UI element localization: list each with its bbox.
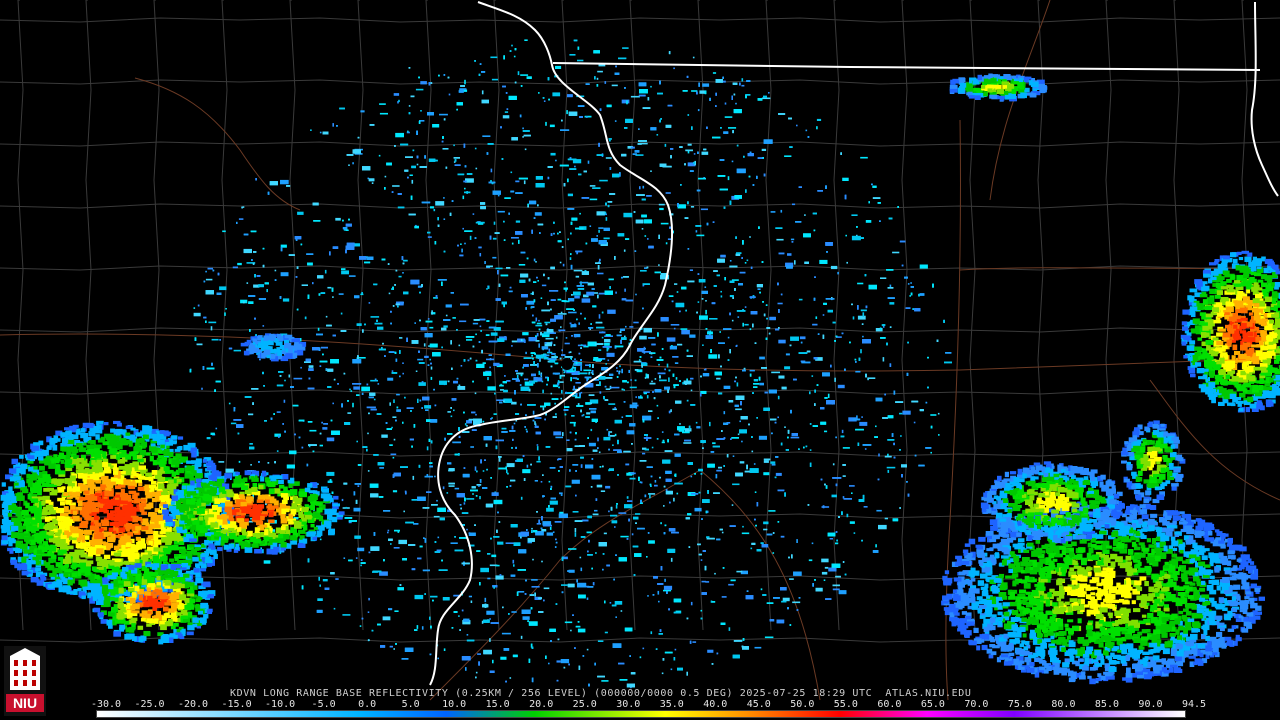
colorbar-tick: 50.0 <box>790 699 815 710</box>
colorbar-tick: 20.0 <box>529 699 554 710</box>
colorbar-tick: 94.5 <box>1181 699 1207 710</box>
product-caption: KDVN LONG RANGE BASE REFLECTIVITY (0.25K… <box>230 688 972 699</box>
colorbar-tick: -30.0 <box>90 699 122 710</box>
colorbar-tick: 75.0 <box>1007 699 1032 710</box>
niu-logo: NIU <box>4 646 46 716</box>
radar-map <box>0 0 1280 720</box>
colorbar-tick: 10.0 <box>442 699 467 710</box>
colorbar-tick: 30.0 <box>616 699 641 710</box>
colorbar-tick: 65.0 <box>920 699 945 710</box>
reflectivity-colorbar <box>96 710 1186 718</box>
colorbar-tick: 85.0 <box>1094 699 1119 710</box>
colorbar-tick: 55.0 <box>833 699 858 710</box>
colorbar-tick: 15.0 <box>485 699 510 710</box>
colorbar-tick: 40.0 <box>703 699 728 710</box>
colorbar-tick: 0.0 <box>358 699 377 710</box>
colorbar-tick: -25.0 <box>134 699 165 710</box>
colorbar-tick: -15.0 <box>221 699 252 710</box>
colorbar-tick: 5.0 <box>401 699 420 710</box>
colorbar-tick: -20.0 <box>177 699 209 710</box>
colorbar-tick: 60.0 <box>877 699 902 710</box>
colorbar-tick: 80.0 <box>1051 699 1076 710</box>
colorbar-tick: 45.0 <box>746 699 771 710</box>
colorbar-tick-labels: -30.0 -25.0 -20.0 -15.0 -10.0 -5.0 0.0 5.0 10.0 1… <box>91 699 1206 710</box>
colorbar-tick: -5.0 <box>311 699 336 710</box>
radar-site-marker <box>561 358 573 370</box>
colorbar-tick: -10.0 <box>265 699 296 710</box>
colorbar-tick: 70.0 <box>964 699 989 710</box>
colorbar-tick: 90.0 <box>1138 699 1163 710</box>
colorbar-tick: 25.0 <box>572 699 597 710</box>
colorbar-tick: 35.0 <box>659 699 684 710</box>
